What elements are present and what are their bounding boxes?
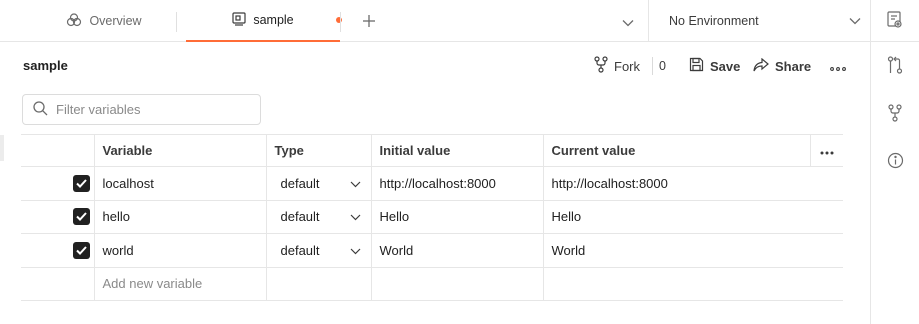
variable-name-cell[interactable]: world [94, 233, 267, 268]
share-button[interactable]: Share [753, 52, 811, 80]
type-select[interactable]: default [275, 243, 363, 258]
share-icon [753, 57, 769, 75]
current-value-cell[interactable]: Hello [543, 200, 843, 234]
column-header-type: Type [266, 134, 372, 167]
more-horizontal-icon [820, 143, 834, 158]
more-horizontal-icon [830, 59, 846, 74]
fork-icon [594, 56, 608, 76]
variables-table: Variable Type Initial value Current valu… [21, 134, 843, 301]
row-checkbox-cell [21, 166, 95, 201]
plus-icon [362, 14, 376, 31]
environment-quick-look-button[interactable] [885, 10, 905, 32]
type-select-cell[interactable]: default [266, 233, 372, 268]
type-select-cell[interactable]: default [266, 166, 372, 201]
tab-divider [340, 12, 341, 32]
sidebar-resize-handle[interactable] [0, 135, 4, 161]
current-value-cell[interactable]: http://localhost:8000 [543, 166, 843, 201]
filter-variables-box [22, 94, 261, 125]
tab-sample[interactable]: sample [186, 0, 342, 42]
add-variable-row: Add new variable [21, 267, 843, 301]
column-header-current-value: Current value [543, 134, 811, 167]
chevron-down-icon [622, 15, 634, 30]
variable-name-cell[interactable]: localhost [94, 166, 267, 201]
chevron-down-icon [350, 176, 361, 191]
empty-checkbox-cell [21, 267, 95, 301]
tab-divider [176, 12, 177, 32]
row-checkbox-cell [21, 200, 95, 234]
table-header-row: Variable Type Initial value Current valu… [21, 134, 843, 167]
chevron-down-icon [849, 14, 861, 28]
row-enabled-checkbox[interactable] [72, 208, 90, 226]
initial-value-cell[interactable]: Hello [371, 200, 544, 234]
environment-divider [648, 0, 649, 42]
column-header-initial-value: Initial value [371, 134, 544, 167]
column-options-button[interactable] [810, 134, 843, 167]
fork-info-button[interactable] [885, 103, 905, 125]
info-button[interactable] [885, 152, 905, 172]
table-row: localhost default http://localhost:8000 … [21, 166, 843, 201]
type-select-value: default [280, 242, 320, 258]
environment-quick-look-icon [887, 10, 903, 32]
pull-request-icon [887, 55, 903, 77]
empty-initial-value-cell[interactable] [371, 267, 544, 301]
tabs-dropdown-button[interactable] [618, 12, 638, 32]
table-row: hello default Hello Hello [21, 200, 843, 234]
save-icon [689, 57, 704, 75]
add-new-variable-input[interactable]: Add new variable [94, 267, 267, 301]
type-select[interactable]: default [275, 209, 363, 224]
tab-overview[interactable]: Overview [30, 0, 178, 42]
empty-type-cell[interactable] [266, 267, 372, 301]
fork-count: 0 [652, 57, 666, 75]
save-button[interactable]: Save [689, 52, 740, 80]
unsaved-indicator [336, 17, 342, 23]
row-checkbox-cell [21, 233, 95, 268]
info-icon [887, 152, 904, 172]
tab-sample-label: sample [253, 13, 294, 27]
environment-icon [232, 11, 246, 29]
branch-icon [888, 103, 902, 125]
pull-request-button[interactable] [885, 55, 905, 77]
table-row: world default World World [21, 233, 843, 268]
filter-variables-input[interactable] [56, 102, 246, 117]
chevron-down-icon [350, 243, 361, 258]
row-enabled-checkbox[interactable] [72, 174, 90, 192]
initial-value-cell[interactable]: World [371, 233, 544, 268]
save-label: Save [710, 58, 741, 74]
type-select-value: default [280, 209, 320, 225]
fork-label: Fork [614, 58, 640, 74]
page-title: sample [23, 58, 68, 73]
checkbox-column-header [21, 134, 95, 167]
row-enabled-checkbox[interactable] [72, 241, 90, 259]
overview-icon [66, 12, 82, 30]
empty-current-value-cell[interactable] [543, 267, 843, 301]
tab-overview-label: Overview [89, 14, 142, 28]
variable-name-cell[interactable]: hello [94, 200, 267, 234]
tab-bar: Overview sample No Environment [0, 0, 919, 42]
environment-selector[interactable]: No Environment [669, 0, 861, 42]
share-label: Share [775, 58, 812, 74]
type-select[interactable]: default [275, 176, 363, 191]
fork-button[interactable]: Fork [594, 52, 640, 80]
environment-selected-label: No Environment [669, 14, 759, 28]
right-sidebar-divider [870, 0, 871, 324]
column-header-variable: Variable [94, 134, 267, 167]
search-icon [33, 100, 48, 119]
initial-value-cell[interactable]: http://localhost:8000 [371, 166, 544, 201]
add-tab-button[interactable] [358, 11, 380, 33]
chevron-down-icon [350, 209, 361, 224]
more-actions-button[interactable] [830, 52, 846, 80]
current-value-cell[interactable]: World [543, 233, 843, 268]
type-select-cell[interactable]: default [266, 200, 372, 234]
type-select-value: default [280, 175, 320, 191]
